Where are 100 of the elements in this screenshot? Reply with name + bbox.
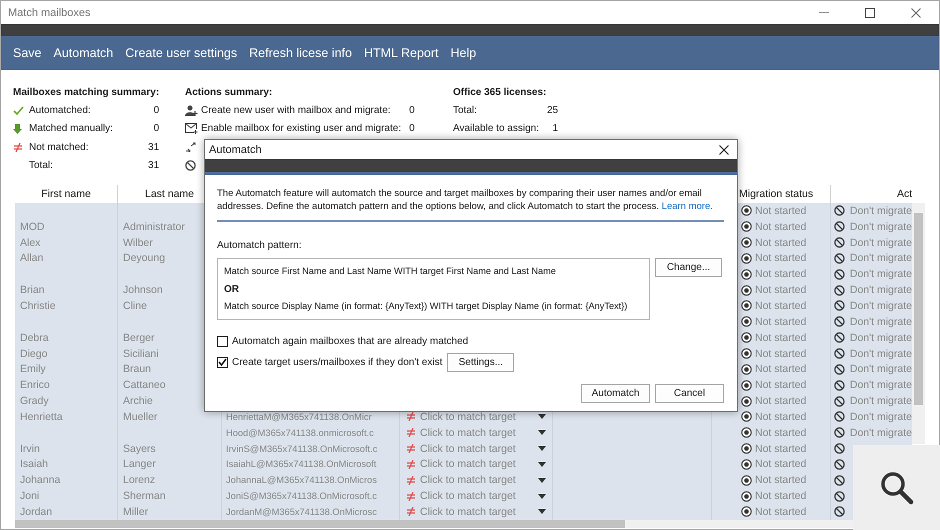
dot-circle-icon	[741, 490, 752, 502]
status-text: Not started	[755, 410, 806, 423]
status-text: Not started	[755, 426, 806, 439]
status-text: Not started	[755, 442, 806, 455]
not-equal-icon	[406, 507, 416, 516]
action-text: Don't migrate	[850, 268, 912, 280]
settings-button[interactable]: Settings...	[447, 352, 514, 372]
caret-icon	[538, 494, 546, 499]
section-heading: Actions summary:	[185, 86, 274, 98]
status-text: Not started	[755, 268, 806, 280]
summary-value: 31	[147, 142, 160, 153]
prohibited-icon	[834, 490, 845, 502]
prohibited-icon	[834, 221, 845, 232]
zoom-button[interactable]	[853, 445, 940, 530]
action-text: Don't migrate	[850, 316, 912, 328]
action-text: Don't migrate	[850, 204, 912, 217]
summary-value: 0	[408, 104, 415, 116]
dot-circle-icon	[741, 380, 752, 391]
caret-icon	[538, 478, 546, 483]
prohibited-icon	[834, 474, 845, 486]
caret-icon	[538, 414, 546, 420]
summary-label: Matched manually:	[29, 123, 114, 134]
summary-label: Available to assign:	[453, 123, 539, 134]
status-text: Not started	[755, 284, 806, 296]
action-text: Don't migrate	[850, 395, 912, 408]
dot-circle-icon	[741, 411, 752, 422]
prohibited-icon	[834, 443, 845, 454]
status-text: Not started	[755, 220, 806, 233]
menu-item[interactable]: Help	[444, 42, 482, 64]
not-equal-icon	[406, 492, 416, 501]
section-heading: Mailboxes matching summary:	[13, 86, 160, 98]
action-text: Don't migrate	[850, 426, 912, 439]
menu-item[interactable]: Create user settings	[119, 42, 244, 64]
prohibited-icon	[834, 268, 845, 280]
status-text: Not started	[755, 490, 806, 502]
dot-circle-icon	[741, 316, 752, 328]
action-text: Don't migrate	[850, 236, 912, 249]
prohibited-icon	[834, 427, 845, 438]
status-text: Not started	[755, 236, 806, 249]
summary-value: 1	[552, 123, 558, 134]
mail-add-icon	[185, 123, 198, 134]
summary-value: 0	[152, 123, 160, 134]
dot-circle-icon	[741, 205, 752, 216]
action-text: Don't migrate	[850, 220, 912, 233]
checkbox[interactable]	[217, 336, 228, 346]
dot-circle-icon	[741, 300, 752, 312]
caret-icon	[538, 509, 546, 514]
close-icon	[719, 144, 729, 154]
scrollbar[interactable]	[912, 203, 925, 444]
dot-circle-icon	[741, 364, 752, 375]
prohibited-icon	[185, 160, 196, 171]
column-header: Act	[896, 187, 912, 202]
not-equal-icon	[406, 444, 416, 454]
not-equal-icon	[406, 476, 416, 485]
pattern-operator: OR	[224, 282, 240, 296]
checkbox[interactable]	[217, 356, 228, 368]
check-icon	[13, 106, 24, 115]
dot-circle-icon	[741, 443, 752, 454]
checkbox-label: Create target users/mailboxes if they don't exist	[232, 356, 442, 368]
dot-circle-icon	[741, 332, 752, 344]
prohibited-icon	[834, 237, 845, 248]
caret-icon	[538, 462, 546, 467]
not-equal-icon	[406, 428, 416, 438]
menu-item[interactable]: Automatch	[48, 42, 120, 64]
summary-label: Automatched:	[29, 104, 92, 116]
dot-circle-icon	[741, 221, 752, 232]
action-text: Don't migrate	[850, 300, 912, 312]
dialog-button[interactable]: Cancel	[655, 384, 724, 403]
status-text: Not started	[755, 204, 806, 217]
status-text: Not started	[755, 252, 806, 264]
prohibited-icon	[834, 411, 845, 422]
close-button[interactable]	[719, 144, 729, 154]
prohibited-icon	[834, 205, 845, 216]
status-text: Not started	[755, 506, 806, 518]
summary-value: 0	[408, 123, 415, 134]
summary-label: Create new user with mailbox and migrate:	[201, 104, 392, 116]
learn-more-link[interactable]: Learn more.	[662, 201, 713, 212]
prohibited-icon	[834, 316, 845, 328]
prohibited-icon	[834, 300, 845, 312]
dot-circle-icon	[741, 284, 752, 296]
section-heading: Office 365 licenses:	[453, 86, 548, 98]
checkbox-label: Automatch again mailboxes that are already matched	[232, 336, 468, 346]
close-icon	[911, 8, 921, 18]
action-text: Don't migrate	[850, 252, 912, 264]
status-text: Not started	[755, 395, 806, 408]
arrows-icon	[185, 142, 197, 152]
summary-label: Not matched:	[29, 142, 90, 153]
menu-item[interactable]: Refresh licese info	[243, 42, 358, 64]
dialog-button[interactable]: Automatch	[581, 384, 650, 403]
summary-label: Total:	[453, 104, 478, 116]
change-button[interactable]: Change...	[655, 258, 722, 277]
not-equal-icon	[13, 142, 23, 152]
scrollbar-thumb[interactable]	[914, 213, 923, 405]
maximize-icon	[865, 8, 875, 18]
minimize-icon	[819, 12, 829, 13]
dot-circle-icon	[741, 458, 752, 470]
check-icon	[218, 358, 227, 366]
menu-item[interactable]: Save	[7, 42, 48, 64]
status-text: Not started	[755, 300, 806, 312]
menu-item[interactable]: HTML Report	[358, 42, 445, 64]
